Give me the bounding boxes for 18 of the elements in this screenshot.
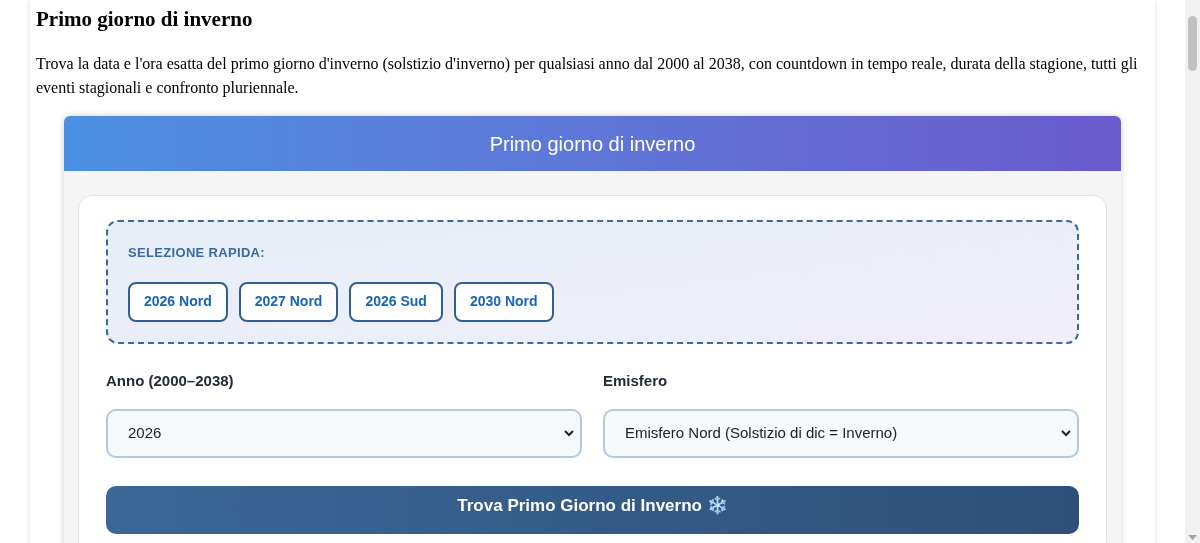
- intro-paragraph: Trova la data e l'ora esatta del primo giorno d'inverno (solstizio d'inverno) per qualsiasi anno dal 2000 al 2038, con countdown in tempo reale, durata della stagione, tutti gli eventi stagionali e confronto pluriennale.: [36, 54, 1139, 99]
- field-label: Anno (2000–2038): [106, 370, 235, 391]
- select-field[interactable]: 2026: [106, 409, 582, 458]
- quick-select-button[interactable]: 2030 Nord: [453, 281, 554, 322]
- chevron-down-icon: [1061, 430, 1071, 437]
- quick-select-button[interactable]: 2027 Nord: [238, 281, 339, 322]
- select-field[interactable]: Emisfero Nord (Solstizio di dic = Inverno): [603, 409, 1079, 458]
- scroll-down-icon[interactable]: [1188, 535, 1197, 541]
- submit-button[interactable]: Trova Primo Giorno di Inverno ❄: [106, 486, 1079, 534]
- field-label: Emisfero: [603, 370, 669, 391]
- quick-select-label: SELEZIONE RAPIDA:: [128, 244, 266, 262]
- quick-select-button[interactable]: 2026 Nord: [128, 281, 228, 322]
- chevron-down-icon: [564, 430, 574, 437]
- page-title: Primo giorno di inverno: [36, 6, 254, 32]
- quick-select-button[interactable]: 2026 Sud: [349, 281, 443, 322]
- widget-header: Primo giorno di inverno: [64, 116, 1121, 171]
- scrollbar[interactable]: [1185, 0, 1200, 543]
- scrollbar-thumb[interactable]: [1188, 16, 1197, 71]
